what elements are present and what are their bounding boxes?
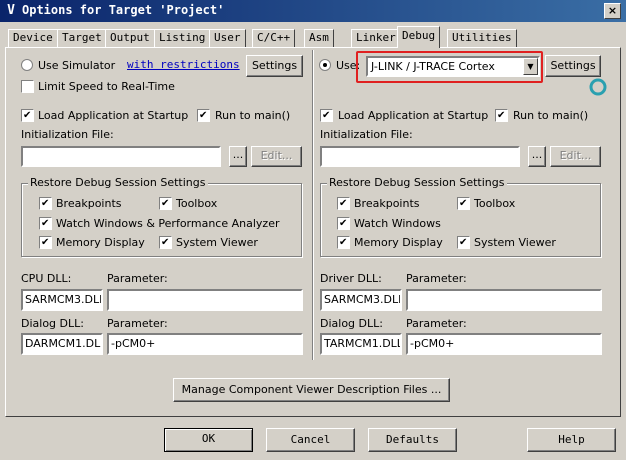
options-dialog: V Options for Target 'Project' × Device … [0, 0, 626, 460]
driver-settings-button[interactable]: Settings [545, 55, 601, 77]
init-file-input-left[interactable] [21, 146, 221, 167]
tab-user[interactable]: User [209, 29, 246, 47]
tab-c-cpp[interactable]: C/C++ [252, 29, 296, 47]
init-file-label-right: Initialization File: [320, 128, 413, 141]
load-app-checkbox-right[interactable] [320, 109, 333, 122]
breakpoints-label-left: Breakpoints [56, 197, 122, 210]
run-to-main-label-left: Run to main() [215, 109, 291, 122]
busy-spinner-icon [589, 78, 607, 96]
watch-windows-label-right: Watch Windows [354, 217, 441, 230]
toolbox-checkbox-left[interactable] [159, 197, 172, 210]
browse-button-left[interactable]: ... [229, 146, 247, 167]
browse-button-right[interactable]: ... [528, 146, 546, 167]
tab-listing[interactable]: Listing [154, 29, 211, 47]
driver-dll-label: Driver DLL: [320, 272, 382, 285]
system-viewer-label-right: System Viewer [474, 236, 556, 249]
dialog-param-label-right: Parameter: [406, 317, 467, 330]
load-app-label-left: Load Application at Startup [38, 109, 189, 122]
cpu-dll-label: CPU DLL: [21, 272, 72, 285]
tab-target[interactable]: Target [57, 29, 107, 47]
driver-dll-input[interactable]: SARMCM3.DLL [320, 289, 402, 311]
ok-button[interactable]: OK [164, 428, 253, 452]
watch-windows-checkbox-left[interactable] [39, 217, 52, 230]
init-file-input-right[interactable] [320, 146, 520, 167]
toolbox-checkbox-right[interactable] [457, 197, 470, 210]
manage-component-viewer-button[interactable]: Manage Component Viewer Description File… [173, 378, 450, 402]
dialog-param-label-left: Parameter: [107, 317, 168, 330]
with-restrictions-link[interactable]: with restrictions [127, 58, 240, 71]
cancel-button[interactable]: Cancel [266, 428, 355, 452]
dialog-param-input-right[interactable]: -pCM0+ [406, 333, 602, 355]
driver-param-label: Parameter: [406, 272, 467, 285]
dialog-dll-label-right: Dialog DLL: [320, 317, 383, 330]
breakpoints-checkbox-left[interactable] [39, 197, 52, 210]
toolbox-label-right: Toolbox [474, 197, 516, 210]
tab-linker[interactable]: Linker [351, 29, 401, 47]
column-divider [312, 50, 314, 360]
run-to-main-checkbox-right[interactable] [495, 109, 508, 122]
cpu-dll-input[interactable]: SARMCM3.DLL [21, 289, 103, 311]
memory-display-label-right: Memory Display [354, 236, 443, 249]
close-button[interactable]: × [604, 3, 621, 19]
tab-output[interactable]: Output [105, 29, 155, 47]
use-simulator-label: Use Simulator [38, 59, 116, 72]
edit-button-left[interactable]: Edit... [251, 146, 302, 167]
tab-device[interactable]: Device [8, 29, 58, 47]
toolbox-label-left: Toolbox [176, 197, 218, 210]
restore-session-title-right: Restore Debug Session Settings [327, 176, 507, 189]
app-icon: V [7, 3, 15, 18]
cpu-param-input[interactable] [107, 289, 303, 311]
edit-button-right[interactable]: Edit... [550, 146, 601, 167]
limit-speed-label: Limit Speed to Real-Time [38, 80, 175, 93]
load-app-label-right: Load Application at Startup [338, 109, 489, 122]
help-button[interactable]: Help [527, 428, 616, 452]
memory-display-checkbox-right[interactable] [337, 236, 350, 249]
driver-param-input[interactable] [406, 289, 602, 311]
run-to-main-label-right: Run to main() [513, 109, 589, 122]
use-simulator-radio[interactable] [21, 59, 33, 71]
memory-display-checkbox-left[interactable] [39, 236, 52, 249]
tab-utilities[interactable]: Utilities [447, 29, 517, 47]
watch-windows-label-left: Watch Windows & Performance Analyzer [56, 217, 280, 230]
use-driver-radio[interactable] [319, 59, 331, 71]
breakpoints-label-right: Breakpoints [354, 197, 420, 210]
breakpoints-checkbox-right[interactable] [337, 197, 350, 210]
limit-speed-checkbox[interactable] [21, 80, 34, 93]
dialog-dll-input-right[interactable]: TARMCM1.DLL [320, 333, 402, 355]
driver-highlight-box [356, 51, 543, 83]
simulator-settings-button[interactable]: Settings [246, 55, 303, 77]
init-file-label-left: Initialization File: [21, 128, 114, 141]
tab-debug[interactable]: Debug [397, 26, 441, 48]
load-app-checkbox-left[interactable] [21, 109, 34, 122]
system-viewer-label-left: System Viewer [176, 236, 258, 249]
title-bar[interactable]: V Options for Target 'Project' × [0, 0, 626, 22]
system-viewer-checkbox-right[interactable] [457, 236, 470, 249]
system-viewer-checkbox-left[interactable] [159, 236, 172, 249]
window-title: Options for Target 'Project' [22, 3, 225, 17]
cpu-param-label: Parameter: [107, 272, 168, 285]
dialog-dll-label-left: Dialog DLL: [21, 317, 84, 330]
defaults-button[interactable]: Defaults [368, 428, 457, 452]
dialog-dll-input-left[interactable]: DARMCM1.DLL [21, 333, 103, 355]
memory-display-label-left: Memory Display [56, 236, 145, 249]
dialog-param-input-left[interactable]: -pCM0+ [107, 333, 303, 355]
restore-session-title-left: Restore Debug Session Settings [28, 176, 208, 189]
watch-windows-checkbox-right[interactable] [337, 217, 350, 230]
tab-asm[interactable]: Asm [304, 29, 334, 47]
run-to-main-checkbox-left[interactable] [197, 109, 210, 122]
